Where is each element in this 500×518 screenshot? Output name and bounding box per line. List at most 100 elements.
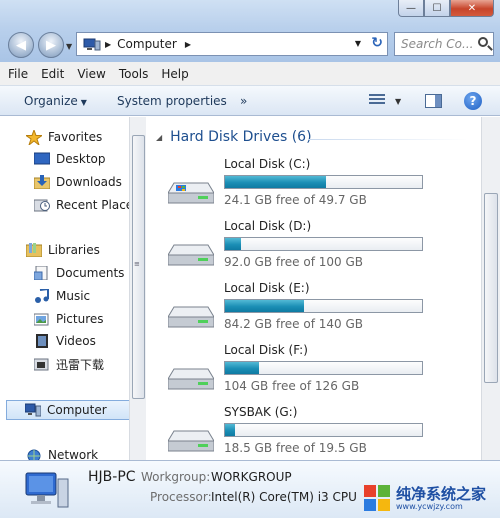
drive-free-space: 92.0 GB free of 100 GB <box>224 255 363 269</box>
recent-pages-dropdown[interactable]: ▼ <box>66 42 72 51</box>
nav-item-label: Computer <box>47 403 107 417</box>
drive-free-space: 84.2 GB free of 140 GB <box>224 317 363 331</box>
drive-usage-fill <box>225 424 235 436</box>
nav-item-label: Desktop <box>56 152 106 166</box>
view-options-dropdown[interactable]: ▼ <box>395 97 401 106</box>
preview-pane-icon[interactable] <box>425 94 442 108</box>
drive-tile[interactable]: Local Disk (F:) 104 GB free of 126 GB <box>164 343 464 401</box>
nav-item-label: Music <box>56 289 91 303</box>
drive-free-space: 104 GB free of 126 GB <box>224 379 360 393</box>
minimize-button[interactable]: — <box>398 0 424 17</box>
search-icon <box>478 37 488 47</box>
search-input[interactable]: Search Co... <box>401 37 473 51</box>
hard-drive-icon <box>167 425 215 455</box>
nav-item-label: Documents <box>56 266 125 280</box>
command-bar: Organize ▼ System properties » ▼ ? <box>0 86 500 116</box>
back-button[interactable]: ◀ <box>8 32 34 58</box>
drive-usage-fill <box>225 362 259 374</box>
computer-icon <box>24 471 70 511</box>
change-view-icon[interactable] <box>369 94 385 108</box>
back-arrow-icon: ◀ <box>16 37 26 53</box>
nav-item-label: Videos <box>56 334 96 348</box>
nav-item-label: 迅雷下载 <box>56 357 105 372</box>
close-button[interactable]: ✕ <box>450 0 494 17</box>
menu-bar: File Edit View Tools Help <box>0 62 500 86</box>
menu-help[interactable]: Help <box>161 67 188 81</box>
nav-item-label: Favorites <box>48 130 103 144</box>
collapse-icon[interactable]: ◢ <box>156 133 162 142</box>
drive-usage-bar <box>224 299 423 313</box>
computer-icon <box>83 38 101 51</box>
window-controls: — ☐ ✕ <box>398 0 494 17</box>
drive-name: SYSBAK (G:) <box>224 405 298 419</box>
drive-name: Local Disk (C:) <box>224 157 311 171</box>
documents-icon <box>33 265 50 281</box>
drive-tile[interactable]: Local Disk (E:) 84.2 GB free of 140 GB <box>164 281 464 339</box>
content-scroll-thumb[interactable] <box>484 193 498 383</box>
group-divider <box>308 139 468 140</box>
nav-item-label: Downloads <box>56 175 122 189</box>
desktop-icon <box>33 152 51 166</box>
watermark: 纯净系统之家 www.ycwjzy.com <box>362 478 500 518</box>
chevron-down-icon: ▼ <box>80 98 87 107</box>
forward-arrow-icon: ▶ <box>46 37 56 53</box>
pictures-icon <box>33 312 50 326</box>
drive-name: Local Disk (D:) <box>224 219 312 233</box>
help-button[interactable]: ? <box>464 92 482 110</box>
group-header-hard-disk-drives[interactable]: ◢ Hard Disk Drives (6) <box>156 129 312 145</box>
hard-drive-icon <box>167 363 215 393</box>
drive-free-space: 18.5 GB free of 19.5 GB <box>224 441 367 455</box>
drive-usage-fill <box>225 238 241 250</box>
nav-item-label: Libraries <box>48 243 100 257</box>
hard-drive-icon <box>167 239 215 269</box>
breadcrumb-separator-icon[interactable]: ▶ <box>185 40 191 49</box>
nav-computer[interactable]: Computer <box>6 400 130 420</box>
refresh-button[interactable]: ↻ <box>371 35 383 51</box>
search-box[interactable]: Search Co... <box>394 32 494 56</box>
star-icon <box>24 128 44 147</box>
watermark-title: 纯净系统之家 <box>396 484 487 503</box>
processor-value: Intel(R) Core(TM) i3 CPU <box>211 490 357 504</box>
drive-name: Local Disk (E:) <box>224 281 310 295</box>
nav-item-label: Network <box>48 448 99 460</box>
computer-icon <box>24 403 42 417</box>
scroll-grip-icon: ≡ <box>134 260 140 268</box>
folder-icon <box>33 357 50 371</box>
music-icon <box>34 287 50 303</box>
breadcrumb-separator-icon[interactable]: ▶ <box>105 40 111 49</box>
nav-libraries[interactable]: Libraries <box>25 240 146 260</box>
drive-tile[interactable]: SYSBAK (G:) 18.5 GB free of 19.5 GB <box>164 405 464 460</box>
organize-button[interactable]: Organize ▼ <box>24 94 87 108</box>
content-scrollbar[interactable] <box>481 117 500 460</box>
address-history-dropdown[interactable]: ▼ <box>355 39 361 48</box>
drive-usage-bar <box>224 423 423 437</box>
breadcrumb-computer[interactable]: Computer <box>117 37 177 51</box>
menu-edit[interactable]: Edit <box>41 67 64 81</box>
navigation-pane: Favorites Desktop Downloads Recent Place… <box>0 117 146 460</box>
menu-file[interactable]: File <box>8 67 28 81</box>
window-chrome: — ☐ ✕ ◀ ▶ ▼ ▶ Computer ▶ ▼ ↻ Search Co..… <box>0 0 500 62</box>
hard-drive-icon <box>167 301 215 331</box>
system-properties-button[interactable]: System properties <box>117 94 227 108</box>
content-pane: ◢ Hard Disk Drives (6) Local Disk (C:) 24… <box>148 117 480 460</box>
forward-button[interactable]: ▶ <box>38 32 64 58</box>
videos-icon <box>34 334 50 348</box>
menu-view[interactable]: View <box>77 67 105 81</box>
drive-usage-bar <box>224 361 423 375</box>
drive-tile[interactable]: Local Disk (D:) 92.0 GB free of 100 GB <box>164 219 464 277</box>
maximize-button[interactable]: ☐ <box>424 0 450 17</box>
nav-favorites[interactable]: Favorites <box>24 127 146 147</box>
nav-network[interactable]: Network <box>26 445 146 460</box>
navigation-scrollbar[interactable]: ≡ <box>129 117 146 460</box>
drive-usage-bar <box>224 237 423 251</box>
address-bar[interactable]: ▶ Computer ▶ ▼ ↻ <box>76 32 388 56</box>
more-commands-button[interactable]: » <box>240 94 247 108</box>
drive-usage-fill <box>225 176 326 188</box>
menu-tools[interactable]: Tools <box>119 67 149 81</box>
windows-logo-icon <box>362 483 392 513</box>
network-icon <box>26 448 42 460</box>
processor-label: Processor: <box>150 490 212 504</box>
drive-tile[interactable]: Local Disk (C:) 24.1 GB free of 49.7 GB <box>164 157 464 215</box>
organize-label: Organize <box>24 94 78 108</box>
watermark-url: www.ycwjzy.com <box>396 501 463 511</box>
